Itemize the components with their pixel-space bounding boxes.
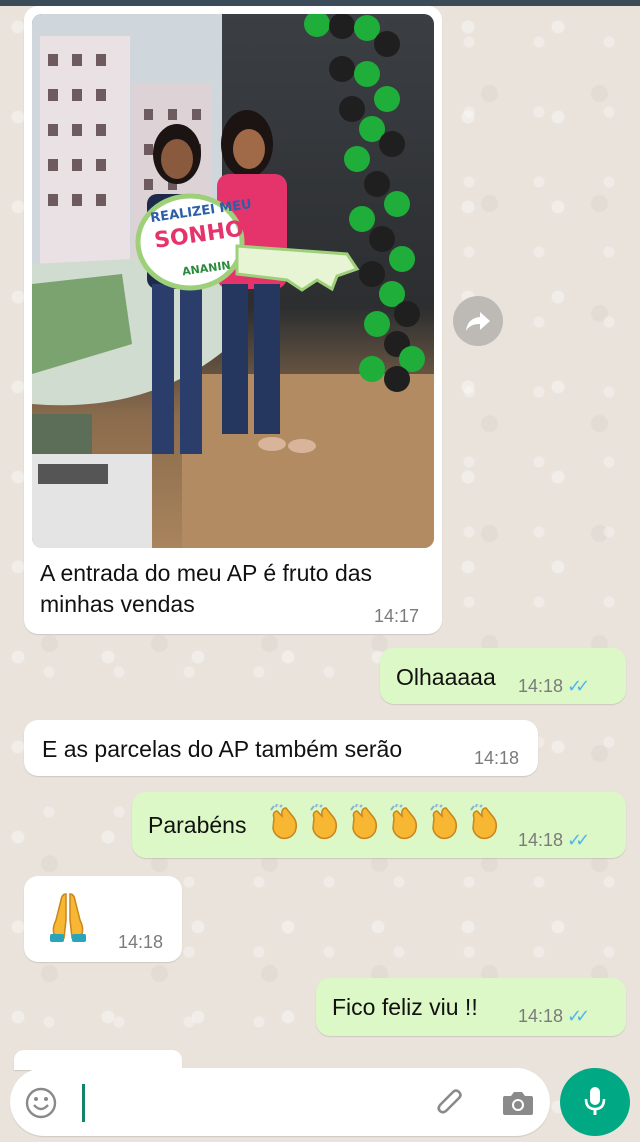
double-check-icon: ✓✓ (567, 1006, 590, 1026)
forward-arrow-icon (466, 312, 490, 331)
image-caption: A entrada do meu AP é fruto das minhas v… (40, 560, 373, 617)
message-text: Olhaaaaa (396, 664, 496, 690)
clapping-hands-icon (390, 804, 418, 840)
message-input-bar[interactable] (10, 1068, 550, 1136)
smiley-icon (25, 1087, 57, 1119)
clapping-hands-icon (270, 804, 298, 840)
microphone-icon (584, 1087, 606, 1115)
voice-record-button[interactable] (560, 1068, 630, 1136)
time-label: 14:18 (518, 830, 564, 850)
clapping-hands-icon (470, 804, 498, 840)
double-check-icon: ✓✓ (567, 830, 590, 850)
forward-button[interactable] (453, 296, 503, 346)
message-text: Fico feliz viu !! (332, 994, 478, 1020)
clapping-hands-icon (350, 804, 378, 840)
outgoing-message[interactable]: Olhaaaaa 14:18 ✓✓ (380, 648, 626, 704)
message-photo[interactable]: REALIZEI MEU SONHO! ANANIN (32, 14, 434, 548)
emoji-button[interactable] (22, 1084, 60, 1122)
time-label: 14:18 (118, 932, 164, 952)
incoming-message[interactable]: 14:18 (24, 876, 182, 962)
outgoing-message[interactable]: Fico feliz viu !! 14:18 ✓✓ (316, 978, 626, 1036)
image-message[interactable]: REALIZEI MEU SONHO! ANANIN A entrada do … (24, 6, 442, 634)
clapping-hands-icon (430, 804, 458, 840)
time-label: 14:18 (518, 676, 564, 696)
message-meta: 14:18 (474, 748, 519, 769)
incoming-message[interactable]: E as parcelas do AP também serão 14:18 (24, 720, 538, 776)
outgoing-message[interactable]: Parabéns 14:18 ✓✓ (132, 792, 626, 858)
message-meta: 14:18 ✓✓ (518, 830, 590, 851)
clapping-hands-icon (310, 804, 338, 840)
photo-illustration (32, 14, 434, 548)
camera-button[interactable] (498, 1083, 538, 1123)
time-label: 14:18 (518, 1006, 564, 1026)
message-text: Parabéns (148, 812, 247, 838)
camera-icon (503, 1092, 533, 1115)
double-check-icon: ✓✓ (567, 676, 590, 696)
time-label: 14:18 (474, 748, 520, 768)
message-meta: 14:18 (118, 932, 163, 953)
attach-button[interactable] (430, 1083, 470, 1123)
message-time: 14:17 (374, 606, 419, 627)
time-label: 14:17 (374, 606, 420, 626)
praying-hands-icon (50, 893, 86, 942)
message-meta: 14:18 ✓✓ (518, 1006, 590, 1027)
message-meta: 14:18 ✓✓ (518, 676, 590, 697)
message-input[interactable] (80, 1078, 420, 1126)
message-text: E as parcelas do AP também serão (42, 736, 403, 762)
incoming-message-partial[interactable] (14, 1050, 182, 1070)
paperclip-icon (437, 1089, 462, 1114)
clapping-hands-emojis (268, 804, 502, 842)
